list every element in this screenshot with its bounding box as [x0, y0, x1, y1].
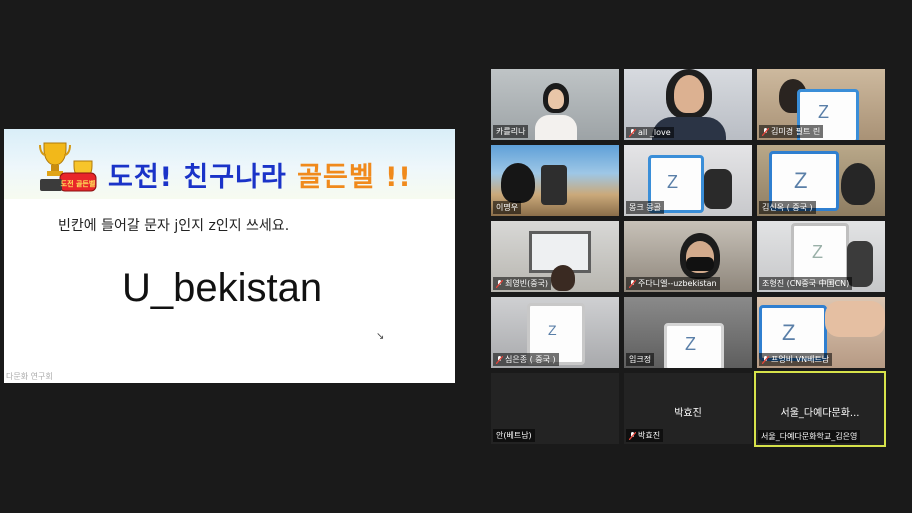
participant-face	[548, 89, 564, 109]
participant-name: all _love	[638, 128, 671, 137]
participant-tile[interactable]: 안(베트남)	[490, 372, 620, 445]
slide-title-part1: 도전! 친구나라	[108, 162, 287, 193]
whiteboard-letter: Z	[548, 322, 557, 338]
participant-name-tag: 주다니엘--uzbekistan	[626, 277, 720, 290]
slide-word: U_bekistan	[122, 266, 323, 310]
participant-tile[interactable]: 박효진 박효진	[623, 372, 753, 445]
participant-tile[interactable]: Z 김미경 필트 린	[756, 68, 886, 141]
participant-center-name: 서울_다예다문화...	[780, 408, 860, 419]
participant-hand	[825, 301, 885, 337]
participant-name-tag: all _love	[626, 127, 674, 138]
mouse-cursor-icon: ↘	[376, 331, 385, 342]
whiteboard-letter: Z	[685, 334, 696, 354]
participant-name: 김신옥 ( 중국 )	[762, 203, 813, 212]
whiteboard-letter: Z	[812, 242, 823, 262]
slide-title-part2: 골든벨 !!	[297, 162, 412, 193]
participant-tile[interactable]: all _love	[623, 68, 753, 141]
participant-figure	[501, 163, 535, 203]
participant-name-tag: 최영빈(중국)	[493, 277, 552, 290]
participant-name-tag: 김신옥 ( 중국 )	[759, 201, 816, 214]
participant-name: 심은종 ( 중국 )	[505, 355, 556, 364]
mic-muted-icon	[629, 279, 636, 288]
shared-screen: 도전 골든벨 도전! 친구나라 골든벨 !! 빈칸에 들어갈 문자 j인지 z인…	[4, 129, 455, 383]
participant-name-tag: 임크정	[626, 353, 655, 366]
participant-name: 안(베트남)	[496, 431, 532, 440]
participant-name: 최영빈(중국)	[505, 279, 549, 288]
mic-muted-icon	[762, 355, 769, 364]
participant-tile[interactable]: 카를리나	[490, 68, 620, 141]
participant-tile[interactable]: Z 임크정	[623, 296, 753, 369]
participant-name-tag: 이명우	[493, 201, 522, 214]
face-mask	[686, 257, 714, 271]
participant-name: 주다니엘--uzbekistan	[638, 279, 717, 288]
whiteboard-letter: Z	[818, 102, 829, 122]
participant-name: 임크정	[629, 355, 652, 364]
participant-tile[interactable]: 이명우	[490, 144, 620, 217]
slide-title: 도전! 친구나라 골든벨 !!	[108, 155, 412, 194]
participant-tile[interactable]: Z 조형진 (CN중국 中国CN)	[756, 220, 886, 293]
participant-name: 이명우	[496, 203, 519, 212]
participant-name-tag: 안(베트남)	[493, 429, 535, 442]
mic-muted-icon	[762, 127, 769, 136]
mic-muted-icon	[496, 279, 503, 288]
whiteboard-letter: Z	[667, 172, 678, 192]
participant-hand	[704, 169, 732, 209]
participant-body	[535, 115, 577, 140]
participant-name: 김미경 필트 린	[771, 127, 821, 136]
participant-name: 조형진 (CN중국 中国CN)	[762, 279, 850, 288]
participant-figure	[551, 265, 575, 291]
participant-tile[interactable]: Z 몽크 몽골	[623, 144, 753, 217]
participant-gallery: 카를리나 all _love Z 김미경 필트 린 이명우 Z 몽크 몽골 Z …	[490, 68, 886, 448]
mic-muted-icon	[629, 431, 636, 440]
participant-name: 몽크 몽골	[629, 203, 661, 212]
participant-name: 프엉비 VN베트남	[771, 355, 830, 364]
participant-tile[interactable]: 최영빈(중국)	[490, 220, 620, 293]
participant-name-tag: 서울_다예다문화학교_김은영	[758, 430, 861, 443]
slide-footer: 다문화 연구회	[6, 372, 53, 381]
participant-face	[674, 75, 704, 113]
participant-name: 박효진	[638, 431, 661, 440]
participant-name-tag: 몽크 몽골	[626, 201, 664, 214]
participant-center-name: 박효진	[674, 408, 702, 419]
whiteboard-letter: Z	[782, 320, 796, 345]
participant-name-tag: 조형진 (CN중국 中国CN)	[759, 277, 853, 290]
slide-instruction: 빈칸에 들어갈 문자 j인지 z인지 쓰세요.	[58, 218, 290, 234]
telescope-shape	[541, 165, 567, 205]
participant-tile[interactable]: Z 김신옥 ( 중국 )	[756, 144, 886, 217]
participant-name-tag: 박효진	[626, 429, 664, 442]
participant-tile[interactable]: Z 심은종 ( 중국 )	[490, 296, 620, 369]
whiteboard-sign: Z	[664, 323, 724, 368]
participant-tile-active-speaker[interactable]: 서울_다예다문화... 서울_다예다문화학교_김은영	[754, 371, 886, 447]
whiteboard-letter: Z	[794, 168, 808, 193]
participant-tile[interactable]: 주다니엘--uzbekistan	[623, 220, 753, 293]
trophy-label: 도전 골든벨	[61, 179, 96, 188]
trophy-icon: 도전 골든벨	[39, 142, 97, 192]
participant-name-tag: 심은종 ( 중국 )	[493, 353, 559, 366]
participant-name-tag: 프엉비 VN베트남	[759, 353, 833, 366]
participant-name-tag: 김미경 필트 린	[759, 125, 824, 138]
mic-muted-icon	[629, 128, 636, 137]
mic-muted-icon	[496, 355, 503, 364]
participant-tile[interactable]: Z 프엉비 VN베트남	[756, 296, 886, 369]
participant-figure	[841, 163, 875, 205]
participant-name: 카를리나	[496, 127, 526, 136]
participant-name-tag: 카를리나	[493, 125, 529, 138]
participant-name: 서울_다예다문화학교_김은영	[761, 432, 858, 441]
